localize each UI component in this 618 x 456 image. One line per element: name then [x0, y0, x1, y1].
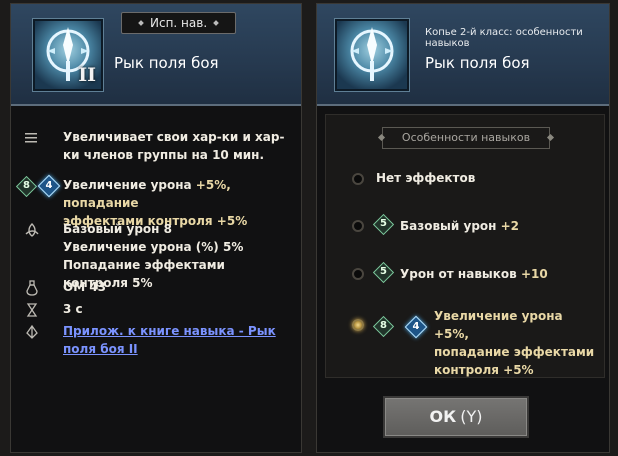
- option-text: Нет эффектов: [376, 171, 476, 185]
- class-title: Копье 2-й класс: особенности навыков: [425, 27, 583, 49]
- green-level-badge: 8: [372, 315, 395, 338]
- radio-button[interactable]: [352, 220, 364, 232]
- skill-header: Исп. нав. II Рык поля боя: [11, 4, 301, 106]
- ok-label: ОК: [429, 407, 457, 426]
- skill-level-roman: II: [78, 64, 96, 86]
- skill-features-panel: Копье 2-й класс: особенности навыков Рык…: [316, 3, 610, 453]
- mana-cost: ОМ 43: [63, 280, 107, 294]
- skill-name: Рык поля боя: [114, 54, 219, 72]
- features-title: Особенности навыков: [382, 127, 550, 149]
- blue-level-badge: 4: [404, 315, 428, 339]
- blue-level-badge: 4: [37, 174, 61, 198]
- ok-hotkey: (Y): [460, 407, 483, 426]
- feature-skill-name: Рык поля боя: [425, 54, 530, 72]
- option-text: Увеличение урона +5%, попадание эффектам…: [434, 309, 595, 377]
- tag-dot-left: [138, 20, 144, 26]
- tag-dot-right: [213, 20, 219, 26]
- features-header: Копье 2-й класс: особенности навыков Рык…: [317, 4, 609, 106]
- stat-damage-increase: Увеличение урона (%) 5%: [63, 240, 244, 254]
- skill-type-tag: Исп. нав.: [121, 12, 237, 34]
- green-level-badge: 8: [15, 175, 38, 198]
- radio-button[interactable]: [352, 173, 364, 185]
- cooldown-value: 3 с: [63, 302, 83, 316]
- green-level-badge: 5: [372, 261, 395, 284]
- rune-icon: 8 4: [15, 174, 61, 199]
- skill-book-link[interactable]: Прилож. к книге навыка - Рык поля боя II: [63, 322, 295, 358]
- book-icon: [26, 324, 38, 339]
- features-box: Особенности навыков Нет эффектов 5 Базов…: [325, 114, 605, 378]
- tag-label: Исп. нав.: [150, 16, 208, 30]
- hourglass-icon: [26, 303, 38, 317]
- potion-icon: [26, 280, 38, 296]
- description-text: Увеличивает свои хар-ки и хар-ки членов …: [63, 130, 285, 162]
- green-level-badge: 5: [372, 213, 395, 236]
- triquetra-icon: [25, 223, 39, 237]
- radio-button[interactable]: [352, 268, 364, 280]
- menu-icon: [25, 133, 37, 143]
- option-text: Базовый урон +2: [400, 219, 520, 233]
- skill-spear-icon: II: [33, 19, 103, 91]
- option-text: Урон от навыков +10: [400, 267, 548, 281]
- skill-spear-icon-small: [335, 19, 409, 91]
- radio-button-selected[interactable]: [352, 319, 364, 331]
- stat-base-damage: Базовый урон 8: [63, 222, 172, 236]
- ok-button[interactable]: ОК (Y): [383, 396, 529, 438]
- skill-info-panel: Исп. нав. II Рык поля боя Увеличивает св…: [10, 3, 302, 453]
- option-damage-control[interactable]: 8 4 Увеличение урона +5%, попадание эффе…: [352, 307, 596, 377]
